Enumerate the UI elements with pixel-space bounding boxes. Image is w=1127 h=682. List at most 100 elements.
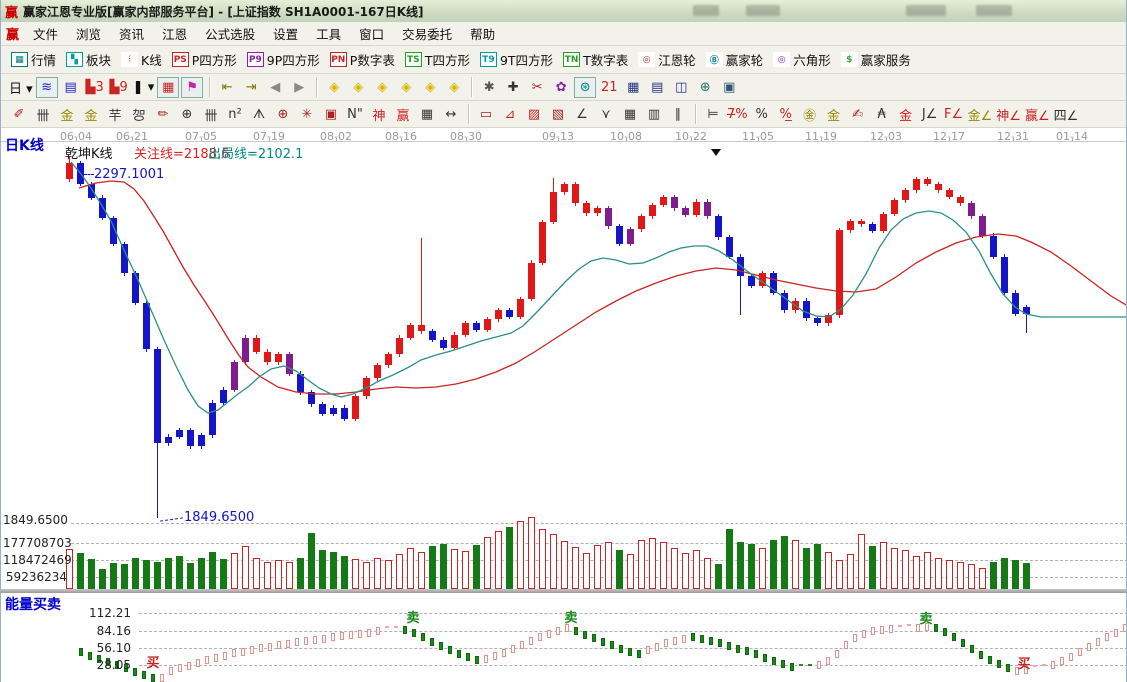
- menu-item-7[interactable]: 窗口: [350, 21, 393, 46]
- volume-bar: [385, 560, 392, 589]
- ruler-123-icon[interactable]: ▦: [416, 104, 438, 125]
- chart-area[interactable]: 06-04 06-21 07-05 07-19 08-02 08-16 08-30 09-13…: [1, 128, 1126, 682]
- toolbar-button-9t-square[interactable]: T9 9T四方形: [479, 50, 555, 69]
- toolbar-button-sectors[interactable]: ▚ 板块: [66, 50, 113, 69]
- grid-2-icon[interactable]: ▦: [619, 104, 641, 125]
- toolbar-button-9p-square[interactable]: P9 9P四方形: [246, 50, 322, 69]
- expand-diamond-icon[interactable]: ◈: [419, 77, 441, 98]
- menu-item-3[interactable]: 江恩: [153, 21, 196, 46]
- smart-brain-icon[interactable]: ⊛: [574, 76, 597, 98]
- pan-hand-icon[interactable]: ✱: [478, 77, 500, 98]
- candle-type-dropdown-icon[interactable]: ❚ ▾: [132, 77, 156, 98]
- grid-box-icon[interactable]: ▨: [523, 104, 545, 125]
- menu-item-5[interactable]: 设置: [264, 21, 307, 46]
- chart-9-icon[interactable]: ▙9: [108, 77, 130, 98]
- toolbar-button-gann-wheel[interactable]: ◎ 江恩轮: [638, 50, 698, 69]
- starburst-icon[interactable]: ✳: [296, 104, 318, 125]
- compress-diamond-icon[interactable]: ◈: [395, 77, 417, 98]
- toolbar-button-t-number-table[interactable]: TN T数字表: [563, 50, 630, 69]
- candle: [88, 184, 95, 198]
- print-icon[interactable]: ▣: [718, 77, 740, 98]
- fan-lines-icon[interactable]: ⊿: [499, 104, 521, 125]
- report-icon[interactable]: ▤: [60, 77, 82, 98]
- move-diamond-icon[interactable]: ◈: [443, 77, 465, 98]
- box-plot-icon[interactable]: ▭: [475, 104, 497, 125]
- v-notch-icon[interactable]: ⋎: [595, 104, 617, 125]
- chart-3-icon[interactable]: ▙3: [84, 77, 106, 98]
- square-spiral-icon[interactable]: ▣: [320, 104, 342, 125]
- pane-divider[interactable]: [1, 589, 1126, 593]
- measure-icon[interactable]: ✂: [526, 77, 548, 98]
- gold-under-icon[interactable]: 金: [823, 104, 845, 125]
- ying-tool-icon[interactable]: 赢: [392, 104, 414, 125]
- shen-angle-icon[interactable]: 神∠: [995, 104, 1022, 125]
- percent-strike-icon[interactable]: 7̶%: [726, 104, 749, 125]
- menu-item-0[interactable]: 文件: [24, 21, 67, 46]
- export-data-icon[interactable]: ⊕: [694, 77, 716, 98]
- cross-box-icon[interactable]: ▧: [547, 104, 569, 125]
- menu-item-8[interactable]: 交易委托: [393, 21, 461, 46]
- percent-line-icon[interactable]: %̲: [775, 104, 797, 125]
- title-bar[interactable]: 赢 赢家江恩专业版[赢家内部服务平台] - [上证指数 SH1A0001-167…: [1, 0, 1126, 22]
- toolbar-button-winner-wheel[interactable]: Ⓑ 赢家轮: [705, 50, 766, 69]
- j-angle-icon[interactable]: J∠: [919, 104, 941, 125]
- toolbar-button-p-square[interactable]: PS P四方形: [171, 50, 239, 69]
- gold-circle-icon[interactable]: ㊎: [799, 104, 821, 125]
- pattern-box-icon[interactable]: ▦: [157, 76, 180, 98]
- first-bar-icon[interactable]: ⇤: [216, 77, 238, 98]
- next-bar-icon[interactable]: ▶: [288, 77, 310, 98]
- angle-line-icon[interactable]: ∠: [571, 104, 593, 125]
- notes-icon[interactable]: ▤: [646, 77, 668, 98]
- last-bar-icon[interactable]: ⇥: [240, 77, 262, 98]
- si-angle-icon[interactable]: 四∠: [1053, 104, 1080, 125]
- f-line-icon[interactable]: 芉: [104, 104, 126, 125]
- period-day-dropdown-icon[interactable]: 日 ▾: [8, 77, 34, 98]
- expand-h-diamond-icon[interactable]: ◈: [371, 77, 393, 98]
- gold-line-1-icon[interactable]: 金: [56, 104, 78, 125]
- gann-circle-icon[interactable]: ⊕: [176, 104, 198, 125]
- gold-line-2-icon[interactable]: 金: [80, 104, 102, 125]
- shen-tool-icon[interactable]: 神: [368, 104, 390, 125]
- calculator-icon[interactable]: ▦: [622, 77, 644, 98]
- pencil-icon[interactable]: ✐: [8, 104, 30, 125]
- menu-item-1[interactable]: 浏览: [67, 21, 110, 46]
- target-circle-icon[interactable]: ⊕: [272, 104, 294, 125]
- candle-rocket-icon[interactable]: ✍: [847, 104, 869, 125]
- span-arrow-icon[interactable]: ↔: [440, 104, 462, 125]
- mirror-angle-icon[interactable]: ᗑ: [248, 104, 270, 125]
- ying-angle-icon[interactable]: 赢∠: [1024, 104, 1051, 125]
- prev-bar-icon[interactable]: ◀: [264, 77, 286, 98]
- scale-bars-icon[interactable]: ⊨: [702, 104, 724, 125]
- save-icon[interactable]: ◫: [670, 77, 692, 98]
- flag-tool-icon[interactable]: ⚑: [181, 76, 204, 98]
- toolbar-button-quotes[interactable]: ▦ 行情: [11, 50, 58, 69]
- toolbar-button-kline[interactable]: ⫶ K线: [121, 50, 164, 69]
- grid-3-icon[interactable]: ▥: [643, 104, 665, 125]
- f-angle-icon[interactable]: F∠: [943, 104, 965, 125]
- toolbar-button-winner-service[interactable]: $ 赢家服务: [840, 50, 913, 69]
- calendar-21-icon[interactable]: 21: [598, 77, 620, 98]
- zoom-right-diamond-icon[interactable]: ◈: [347, 77, 369, 98]
- menu-item-9[interactable]: 帮助: [461, 21, 504, 46]
- crosshair-icon[interactable]: ✚: [502, 77, 524, 98]
- n-mark-icon[interactable]: Ν": [344, 104, 366, 125]
- zoom-left-diamond-icon[interactable]: ◈: [323, 77, 345, 98]
- gold-red-icon[interactable]: 金: [895, 104, 917, 125]
- menu-item-6[interactable]: 工具: [307, 21, 350, 46]
- toolbar-button-t-square[interactable]: TS T四方形: [404, 50, 472, 69]
- parallel-icon[interactable]: ∥: [667, 104, 689, 125]
- trend-chart-icon[interactable]: ≋: [35, 76, 58, 98]
- gann-flower-icon[interactable]: ✿: [550, 77, 572, 98]
- hash-lines-icon[interactable]: 卌: [32, 104, 54, 125]
- n-squared-icon[interactable]: n²: [224, 104, 246, 125]
- a-wave-icon[interactable]: ₳: [871, 104, 893, 125]
- spiral-icon[interactable]: 㔔: [128, 104, 150, 125]
- menu-item-4[interactable]: 公式选股: [196, 21, 264, 46]
- toolbar-button-hexagon[interactable]: ◎ 六角形: [773, 50, 833, 69]
- menu-item-2[interactable]: 资讯: [110, 21, 153, 46]
- toolbar-button-p-number-table[interactable]: PN P数字表: [329, 50, 397, 69]
- percent-icon[interactable]: %: [751, 104, 773, 125]
- pencil-ruler-icon[interactable]: ✏: [152, 104, 174, 125]
- hash-2-icon[interactable]: 卌: [200, 104, 222, 125]
- gold-angle-icon[interactable]: 金∠: [967, 104, 994, 125]
